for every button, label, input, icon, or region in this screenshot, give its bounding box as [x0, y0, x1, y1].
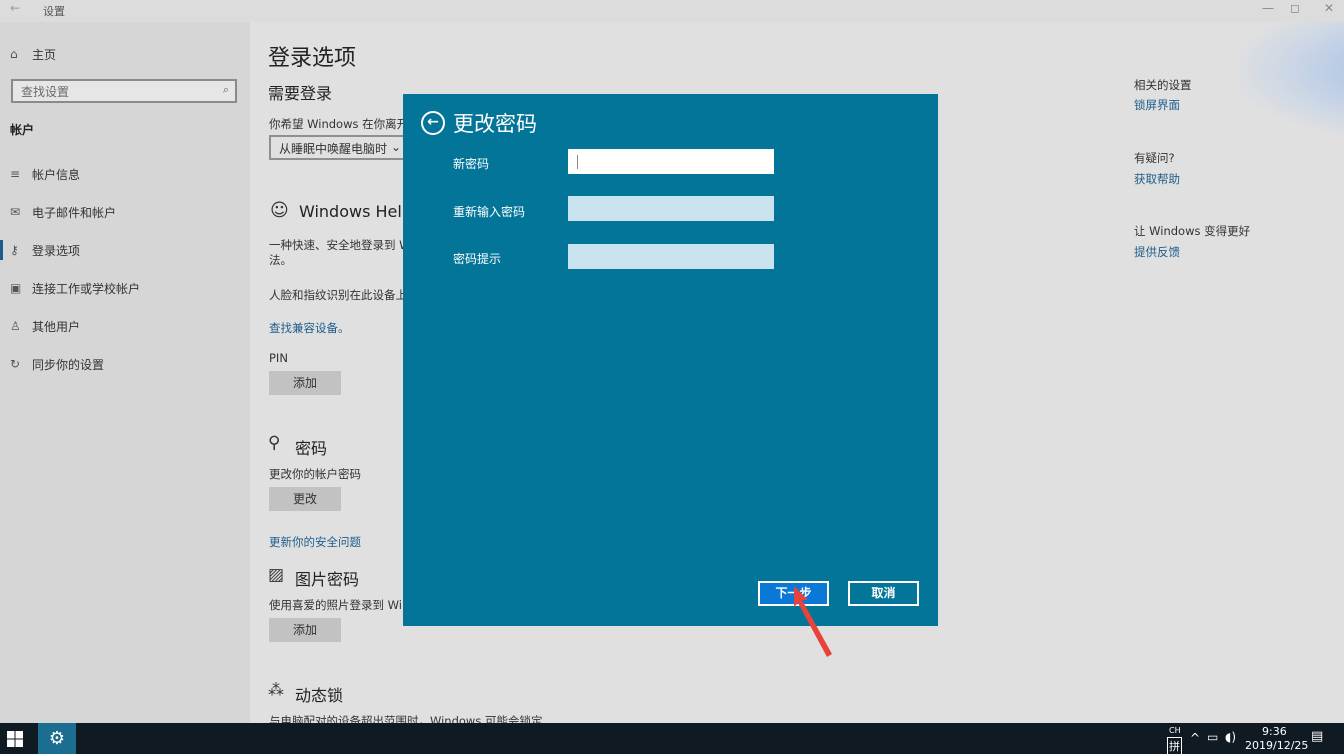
key-icon: ⚲ — [268, 433, 281, 453]
lock-screen-link[interactable]: 锁屏界面 — [1134, 97, 1180, 113]
text-caret — [577, 155, 578, 169]
dynamic-lock-desc: 与电脑配对的设备超出范围时，Windows 可能会锁定 — [269, 714, 543, 723]
picture-add-button[interactable]: 添加 — [269, 618, 341, 642]
section-heading-require-signin: 需要登录 — [268, 84, 333, 103]
close-button[interactable]: ✕ — [1324, 1, 1334, 15]
sidebar-item-other-users[interactable]: ♙ 其他用户 — [10, 317, 80, 335]
window-titlebar: ← 设置 — ◻ ✕ — [0, 0, 1344, 22]
sidebar-item-account-info[interactable]: ≡ 帐户信息 — [10, 165, 80, 183]
sidebar-item-work-school[interactable]: ▣ 连接工作或学校帐户 — [10, 279, 140, 297]
sync-icon: ↻ — [10, 357, 21, 371]
section-label: 帐户 — [10, 123, 35, 137]
password-desc: 更改你的帐户密码 — [269, 467, 361, 481]
get-help-link[interactable]: 获取帮助 — [1134, 171, 1180, 187]
dropdown-value: 从睡眠中唤醒电脑时 — [279, 142, 388, 156]
password-hint-field[interactable] — [568, 244, 774, 269]
signin-dropdown[interactable]: 从睡眠中唤醒电脑时 ⌄ — [269, 135, 409, 160]
search-icon: ⌕ — [222, 83, 229, 96]
person-list-icon: ≡ — [10, 167, 21, 181]
mail-icon: ✉ — [10, 205, 21, 219]
password-change-button[interactable]: 更改 — [269, 487, 341, 511]
sidebar-item-sync[interactable]: ↻ 同步你的设置 — [10, 355, 104, 373]
sidebar-item-label: 电子邮件和帐户 — [32, 205, 117, 220]
pin-label: PIN — [269, 351, 288, 365]
show-hidden-icons-icon[interactable]: ^ — [1190, 731, 1200, 745]
sidebar-item-email[interactable]: ✉ 电子邮件和帐户 — [10, 203, 116, 221]
questions-heading: 有疑问? — [1134, 151, 1175, 165]
clock-time[interactable]: 9:36 — [1262, 725, 1287, 738]
network-icon[interactable]: ▭ — [1207, 730, 1218, 744]
taskbar: ⚙ CH 拼 ^ ▭ ◖) 9:36 2019/12/25 ▤ — [0, 723, 1344, 754]
change-password-dialog: ← 更改密码 新密码 重新输入密码 密码提示 下一步 取消 — [403, 94, 938, 626]
picture-icon: ▨ — [268, 565, 285, 585]
reenter-password-label: 重新输入密码 — [453, 205, 526, 219]
dialog-title: 更改密码 — [453, 112, 537, 136]
ime-mode[interactable]: CH — [1169, 726, 1181, 735]
chevron-down-icon: ⌄ — [390, 140, 401, 154]
clock-date[interactable]: 2019/12/25 — [1245, 739, 1308, 752]
search-input[interactable]: 查找设置 ⌕ — [11, 79, 237, 103]
briefcase-icon: ▣ — [10, 281, 22, 295]
windows-start-icon[interactable] — [6, 730, 24, 748]
settings-taskbar-icon[interactable]: ⚙ — [38, 723, 76, 754]
section-heading-dynamic-lock: 动态锁 — [295, 686, 344, 705]
active-indicator — [0, 240, 3, 260]
dynamic-lock-icon: ⁂ — [268, 680, 284, 699]
volume-icon[interactable]: ◖) — [1225, 730, 1236, 744]
reenter-password-field[interactable] — [568, 196, 774, 221]
related-settings-heading: 相关的设置 — [1134, 78, 1192, 92]
section-heading-picture-password: 图片密码 — [295, 570, 360, 589]
red-arrow-annotation — [794, 586, 832, 657]
ime-pinyin[interactable]: 拼 — [1167, 737, 1182, 754]
blurred-region — [1240, 22, 1344, 142]
password-hint-label: 密码提示 — [453, 252, 502, 266]
home-icon: ⌂ — [10, 47, 18, 61]
sidebar-item-home[interactable]: ⌂ 主页 — [10, 45, 56, 63]
feedback-link[interactable]: 提供反馈 — [1134, 244, 1180, 260]
section-heading-password: 密码 — [295, 439, 328, 458]
sidebar-item-label: 帐户信息 — [32, 167, 81, 182]
picture-desc: 使用喜爱的照片登录到 Win — [269, 598, 410, 612]
sidebar: ⌂ 主页 查找设置 ⌕ 帐户 ≡ 帐户信息 ✉ 电子邮件和帐户 ⚷ 登录选项 ▣… — [0, 22, 250, 723]
hello-desc-2: 法。 — [269, 253, 292, 267]
sidebar-item-label: 其他用户 — [32, 319, 81, 334]
pin-add-button[interactable]: 添加 — [269, 371, 341, 395]
smiley-icon: ☺ — [270, 200, 289, 221]
sidebar-item-signin-options[interactable]: ⚷ 登录选项 — [10, 241, 80, 259]
sidebar-item-label: 同步你的设置 — [32, 357, 105, 372]
action-center-icon[interactable]: ▤ — [1311, 729, 1323, 744]
sidebar-item-label: 主页 — [32, 47, 57, 62]
minimize-button[interactable]: — — [1262, 1, 1274, 15]
page-title: 登录选项 — [268, 46, 357, 71]
maximize-button[interactable]: ◻ — [1290, 1, 1300, 15]
section-heading-hello: Windows Hello — [299, 202, 417, 221]
hello-face-desc: 人脸和指纹识别在此设备上 — [269, 288, 407, 302]
hello-desc-1: 一种快速、安全地登录到 W — [269, 238, 411, 252]
find-devices-link[interactable]: 查找兼容设备。 — [269, 320, 350, 336]
sidebar-item-label: 连接工作或学校帐户 — [32, 281, 141, 296]
improve-heading: 让 Windows 变得更好 — [1134, 224, 1251, 238]
back-arrow-icon[interactable]: ← — [10, 1, 20, 15]
window-title: 设置 — [43, 5, 65, 18]
back-arrow-icon[interactable]: ← — [421, 111, 445, 135]
require-signin-desc: 你希望 Windows 在你离开电 — [269, 117, 420, 131]
person-add-icon: ♙ — [10, 319, 21, 333]
new-password-field[interactable] — [568, 149, 774, 174]
security-questions-link[interactable]: 更新你的安全问题 — [269, 534, 361, 550]
new-password-label: 新密码 — [453, 157, 490, 171]
key-icon: ⚷ — [10, 243, 19, 257]
search-placeholder: 查找设置 — [21, 85, 70, 99]
sidebar-item-label: 登录选项 — [32, 243, 81, 258]
cancel-button[interactable]: 取消 — [848, 581, 919, 606]
